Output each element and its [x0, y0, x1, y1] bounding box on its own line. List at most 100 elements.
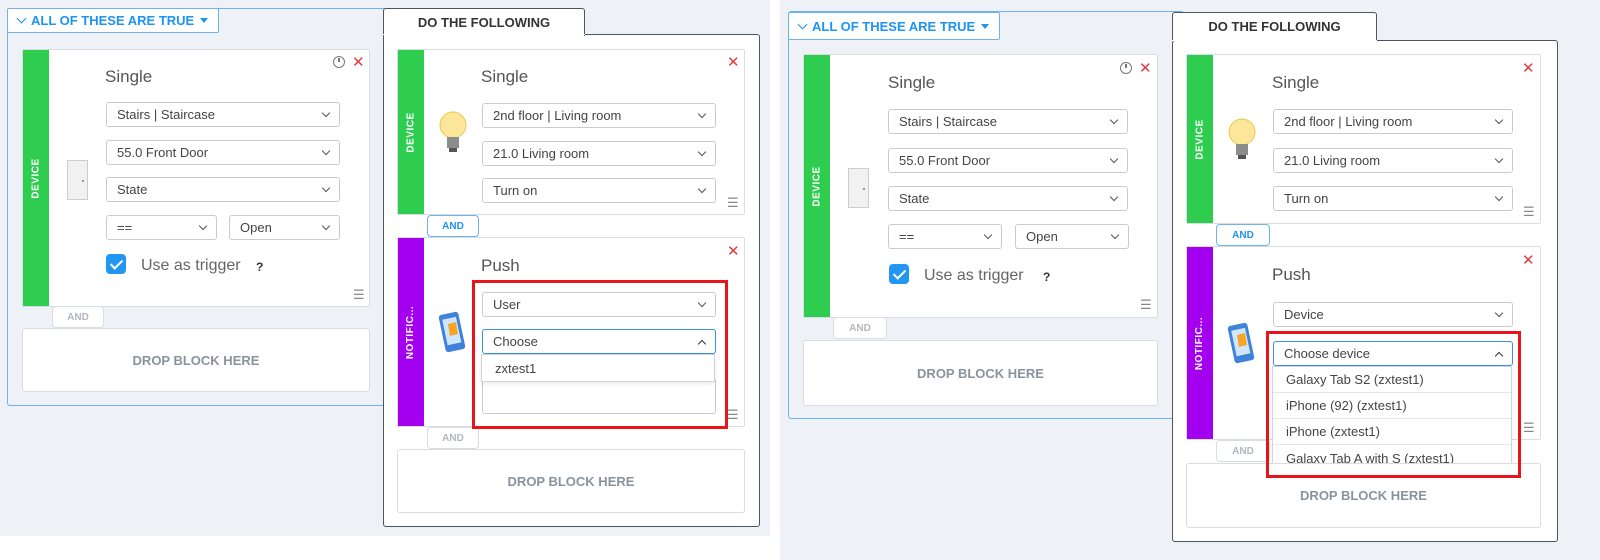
use-as-trigger-label: Use as trigger [141, 257, 241, 274]
block-title: Single [105, 67, 153, 86]
door-icon [67, 160, 88, 200]
actions-header: DO THE FOLLOWING [417, 15, 551, 30]
and-connector: AND [1216, 224, 1270, 246]
and-connector: AND [52, 306, 104, 328]
conditions-header: ALL OF THESE ARE TRUE [31, 13, 195, 28]
block-title: Push [1272, 265, 1311, 284]
close-icon[interactable]: ✕ [352, 55, 365, 70]
drag-handle-icon[interactable]: ☰ [727, 196, 739, 209]
drop-zone[interactable]: DROP BLOCK HERE [22, 328, 370, 392]
chevron-down-icon [1109, 192, 1119, 201]
room-select[interactable]: Stairs | Staircase [106, 102, 340, 127]
device-select[interactable]: 21.0 Living room [1273, 148, 1513, 173]
chevron-down-icon [321, 221, 331, 230]
and-connector: AND [427, 215, 479, 237]
caret-down-icon [981, 23, 990, 29]
drag-handle-icon[interactable]: ☰ [353, 288, 365, 301]
right-panel: ALL OF THESE ARE TRUE DEVICE Single ✕ St… [780, 0, 1600, 560]
conditions-mode-dropdown[interactable]: ALL OF THESE ARE TRUE [7, 8, 220, 33]
drop-zone[interactable]: DROP BLOCK HERE [397, 449, 745, 513]
drop-zone[interactable]: DROP BLOCK HERE [803, 340, 1158, 406]
close-icon[interactable]: ✕ [1522, 253, 1535, 268]
light-bulb-icon [439, 111, 467, 152]
chevron-down-icon [697, 109, 707, 118]
action-select[interactable]: Turn on [1273, 186, 1513, 211]
and-connector: AND [1216, 440, 1270, 462]
device-strip: DEVICE [398, 50, 424, 214]
condition-device-block: DEVICE Single ✕ Stairs | Staircase 55.0 … [22, 49, 370, 307]
device-strip: DEVICE [804, 55, 830, 317]
room-select[interactable]: 2nd floor | Living room [482, 103, 716, 128]
action-device-block: DEVICE Single ✕ 2nd floor | Living room … [397, 49, 745, 215]
room-select[interactable]: 2nd floor | Living room [1273, 109, 1513, 134]
operator-select[interactable]: == [106, 215, 217, 240]
chevron-down-icon [1110, 230, 1120, 239]
chevron-down-icon [697, 184, 707, 193]
chevron-down-icon [1494, 154, 1504, 163]
chevron-down-icon [697, 147, 707, 156]
condition-device-block: DEVICE Single ✕ Stairs | Staircase 55.0 … [803, 54, 1158, 318]
clock-icon[interactable] [333, 56, 345, 68]
room-select[interactable]: Stairs | Staircase [888, 109, 1128, 134]
property-select[interactable]: State [888, 186, 1128, 211]
drag-handle-icon[interactable]: ☰ [1523, 205, 1535, 218]
chevron-down-icon [198, 221, 208, 230]
chevron-down-icon [983, 230, 993, 239]
drag-handle-icon[interactable]: ☰ [727, 408, 739, 421]
device-select[interactable]: 55.0 Front Door [888, 148, 1128, 173]
chevron-down-icon [1494, 115, 1504, 124]
chevron-down-icon [321, 108, 331, 117]
action-device-block: DEVICE Single ✕ 2nd floor | Living room … [1186, 54, 1541, 224]
and-connector: AND [833, 317, 887, 339]
notification-strip: NOTIFIC... [1187, 247, 1213, 439]
conditions-mode-dropdown[interactable]: ALL OF THESE ARE TRUE [788, 12, 1001, 40]
device-strip: DEVICE [23, 50, 49, 306]
conditions-header: ALL OF THESE ARE TRUE [812, 18, 976, 34]
chevron-down-icon [16, 13, 27, 24]
value-select[interactable]: Open [1015, 224, 1129, 249]
drag-handle-icon[interactable]: ☰ [1523, 421, 1535, 434]
left-panel: ALL OF THESE ARE TRUE DEVICE Single ✕ St… [0, 0, 770, 536]
action-select[interactable]: Turn on [482, 178, 716, 203]
chevron-down-icon [321, 183, 331, 192]
device-select[interactable]: 55.0 Front Door [106, 140, 340, 165]
close-icon[interactable]: ✕ [1522, 61, 1535, 76]
chevron-down-icon [1494, 192, 1504, 201]
drag-handle-icon[interactable]: ☰ [1140, 298, 1152, 311]
actions-header-tab: DO THE FOLLOWING [1172, 12, 1377, 40]
close-icon[interactable]: ✕ [727, 244, 740, 259]
highlight-box [472, 280, 728, 429]
use-as-trigger-checkbox[interactable] [106, 254, 126, 274]
operator-select[interactable]: == [888, 224, 1002, 249]
use-as-trigger-label: Use as trigger [924, 267, 1024, 284]
actions-header-tab: DO THE FOLLOWING [383, 8, 585, 36]
property-select[interactable]: State [106, 177, 340, 202]
device-select[interactable]: 21.0 Living room [482, 141, 716, 166]
use-as-trigger-checkbox[interactable] [889, 264, 909, 284]
block-title: Single [888, 73, 936, 92]
highlight-box [1266, 331, 1521, 478]
phone-notification-icon [438, 311, 466, 353]
device-strip: DEVICE [1187, 55, 1213, 223]
value-select[interactable]: Open [229, 215, 340, 240]
chevron-down-icon [797, 19, 808, 29]
help-icon[interactable]: ? [1043, 270, 1050, 284]
clock-icon[interactable] [1120, 62, 1132, 74]
phone-notification-icon [1227, 322, 1255, 364]
actions-header: DO THE FOLLOWING [1208, 19, 1341, 34]
door-icon [848, 168, 869, 208]
block-title: Push [481, 256, 520, 275]
chevron-down-icon [1109, 154, 1119, 163]
chevron-down-icon [321, 146, 331, 155]
chevron-down-icon [1109, 115, 1119, 124]
light-bulb-icon [1228, 118, 1256, 159]
chevron-down-icon [1494, 308, 1504, 317]
close-icon[interactable]: ✕ [727, 55, 740, 70]
close-icon[interactable]: ✕ [1139, 61, 1152, 76]
notification-strip: NOTIFIC... [398, 238, 424, 426]
caret-down-icon [200, 18, 209, 23]
and-connector: AND [427, 427, 479, 449]
block-title: Single [1272, 73, 1320, 92]
recipient-type-select[interactable]: Device [1273, 302, 1513, 327]
help-icon[interactable]: ? [256, 260, 263, 274]
